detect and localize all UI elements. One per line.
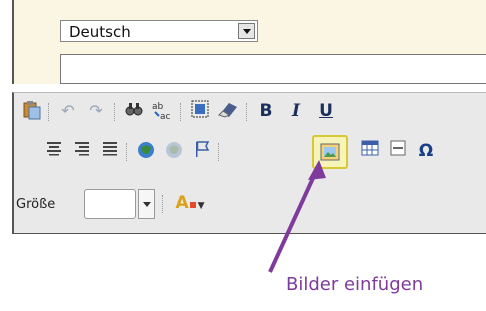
editor-frame: Deutsch ↶ ↷ ab ac B I U Ω Größe A ▼ Bild… — [0, 0, 486, 311]
annotation-label: Bilder einfügen — [286, 274, 424, 295]
annotation-arrow — [268, 160, 326, 273]
